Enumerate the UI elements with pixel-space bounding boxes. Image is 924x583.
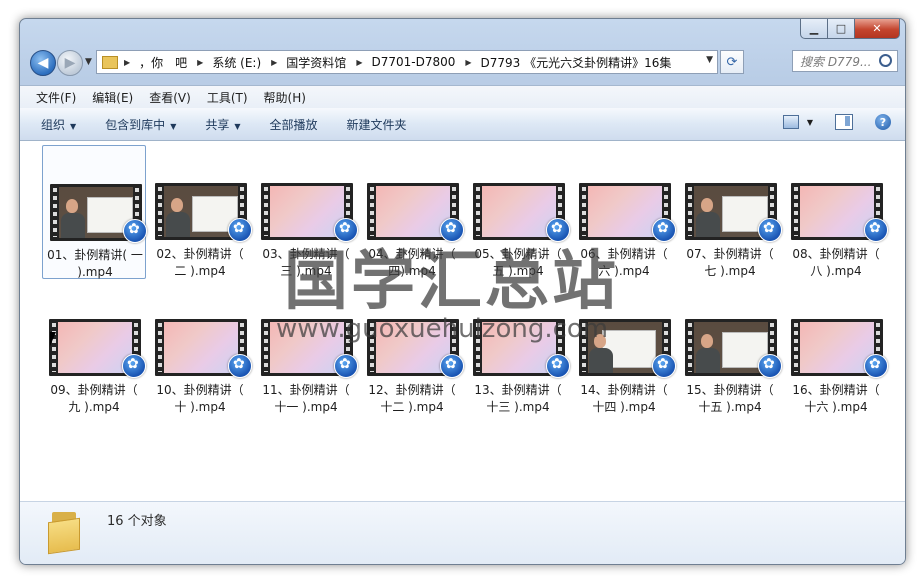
- menu-edit[interactable]: 编辑(E): [92, 89, 133, 106]
- chevron-down-icon: ▼: [70, 121, 77, 131]
- media-player-icon: [758, 218, 782, 242]
- menu-help[interactable]: 帮助(H): [264, 89, 306, 106]
- folder-icon: [102, 55, 118, 69]
- details-pane: 16 个对象: [20, 501, 905, 564]
- preview-pane-icon[interactable]: [835, 114, 853, 130]
- breadcrumb-user[interactable]: ，你 吧: [139, 54, 187, 71]
- media-player-icon: [864, 218, 888, 242]
- command-bar: 组织 ▼ 包含到库中 ▼ 共享 ▼ 全部播放 新建文件夹 ▼ ?: [20, 108, 905, 141]
- media-player-icon: [334, 354, 358, 378]
- file-name: 09、卦例精讲（ 九 ).mp4: [50, 383, 138, 414]
- chevron-right-icon[interactable]: ▶: [356, 58, 362, 67]
- close-button[interactable]: ✕: [854, 19, 900, 39]
- file-name: 02、卦例精讲（ 二 ).mp4: [156, 247, 244, 278]
- file-item[interactable]: 16、卦例精讲（ 十六 ).mp4: [784, 281, 888, 415]
- change-view-icon[interactable]: [782, 115, 799, 129]
- breadcrumb-drive[interactable]: 系统 (E:): [212, 54, 261, 71]
- search-icon: [879, 54, 892, 67]
- file-name: 13、卦例精讲（ 十三 ).mp4: [474, 383, 562, 414]
- media-player-icon: [758, 354, 782, 378]
- minimize-button[interactable]: ▁: [800, 19, 828, 39]
- media-player-icon: [546, 354, 570, 378]
- file-name: 08、卦例精讲（ 八 ).mp4: [792, 247, 880, 278]
- file-name: 01、卦例精讲( 一 ).mp4: [47, 248, 143, 279]
- media-player-icon: [652, 354, 676, 378]
- command-bar-right: ▼ ?: [782, 114, 891, 130]
- caption-buttons: ▁ □ ✕: [800, 19, 900, 39]
- breadcrumb-range[interactable]: D7701-D7800: [371, 55, 455, 69]
- file-name: 10、卦例精讲（ 十 ).mp4: [156, 383, 244, 414]
- organize-button[interactable]: 组织 ▼: [41, 116, 76, 133]
- navigation-bar: ◀ ▶ ▼ ▶ ，你 吧 ▶ 系统 (E:) ▶ 国学资料馆 ▶ D7701-D…: [26, 47, 899, 77]
- menu-tools[interactable]: 工具(T): [207, 89, 248, 106]
- watermark-title: 国学汇总站: [284, 245, 619, 319]
- file-name: 07、卦例精讲（ 七 ).mp4: [686, 247, 774, 278]
- file-item[interactable]: 02、卦例精讲（ 二 ).mp4: [148, 145, 252, 279]
- media-player-icon: [123, 219, 147, 243]
- file-name: 14、卦例精讲（ 十四 ).mp4: [580, 383, 668, 414]
- menu-view[interactable]: 查看(V): [149, 89, 191, 106]
- breadcrumb-current[interactable]: D7793 《元光六爻卦例精讲》16集: [481, 54, 672, 71]
- file-name: 11、卦例精讲（ 十一 ).mp4: [262, 383, 350, 414]
- help-icon[interactable]: ?: [875, 114, 891, 130]
- chevron-down-icon: ▼: [170, 121, 177, 131]
- breadcrumb-library[interactable]: 国学资料馆: [286, 54, 346, 71]
- back-button[interactable]: ◀: [30, 50, 56, 76]
- include-in-library-label: 包含到库中: [105, 117, 166, 132]
- chevron-right-icon[interactable]: ▶: [124, 58, 130, 67]
- chevron-right-icon[interactable]: ▶: [465, 58, 471, 67]
- media-player-icon: [122, 354, 146, 378]
- search-placeholder: 搜索 D779...: [800, 54, 872, 69]
- chevron-down-icon: ▼: [234, 121, 241, 131]
- file-name: 16、卦例精讲（ 十六 ).mp4: [792, 383, 880, 414]
- media-player-icon: [440, 354, 464, 378]
- address-dropdown-icon[interactable]: ▼: [706, 55, 713, 65]
- file-item[interactable]: 08、卦例精讲（ 八 ).mp4: [784, 145, 888, 279]
- folder-icon: [48, 512, 80, 555]
- refresh-button[interactable]: ⟳: [720, 50, 744, 74]
- view-dropdown-icon[interactable]: ▼: [807, 118, 813, 127]
- media-player-icon: [228, 218, 252, 242]
- share-label: 共享: [205, 117, 230, 132]
- watermark-url: www.guoxuehuizong.com: [276, 314, 609, 344]
- file-name: 12、卦例精讲（ 十二 ).mp4: [368, 383, 456, 414]
- media-player-icon: [652, 218, 676, 242]
- media-player-icon: [864, 354, 888, 378]
- new-folder-button[interactable]: 新建文件夹: [347, 116, 407, 133]
- file-item[interactable]: 01、卦例精讲( 一 ).mp4: [42, 145, 147, 279]
- recent-pages-dropdown-icon[interactable]: ▼: [85, 57, 92, 67]
- search-input[interactable]: 搜索 D779...: [792, 50, 898, 72]
- organize-label: 组织: [41, 117, 66, 132]
- include-in-library-button[interactable]: 包含到库中 ▼: [105, 116, 176, 133]
- chevron-right-icon[interactable]: ▶: [197, 58, 203, 67]
- file-name: 15、卦例精讲（ 十五 ).mp4: [686, 383, 774, 414]
- file-item[interactable]: 07、卦例精讲（ 七 ).mp4: [678, 145, 782, 279]
- mouse-cursor-icon: [50, 332, 56, 346]
- play-all-button[interactable]: 全部播放: [270, 116, 318, 133]
- item-count: 16 个对象: [107, 514, 167, 529]
- file-item[interactable]: 15、卦例精讲（ 十五 ).mp4: [678, 281, 782, 415]
- media-player-icon: [228, 354, 252, 378]
- maximize-button[interactable]: □: [827, 19, 855, 39]
- share-button[interactable]: 共享 ▼: [205, 116, 240, 133]
- address-bar[interactable]: ▶ ，你 吧 ▶ 系统 (E:) ▶ 国学资料馆 ▶ D7701-D7800 ▶…: [96, 50, 718, 74]
- forward-button[interactable]: ▶: [57, 50, 83, 76]
- file-item[interactable]: 10、卦例精讲（ 十 ).mp4: [148, 281, 252, 415]
- refresh-icon: ⟳: [726, 54, 738, 70]
- menu-file[interactable]: 文件(F): [36, 89, 76, 106]
- chevron-right-icon[interactable]: ▶: [271, 58, 277, 67]
- file-item[interactable]: 09、卦例精讲（ 九 ).mp4: [42, 281, 146, 415]
- menu-bar: 文件(F) 编辑(E) 查看(V) 工具(T) 帮助(H): [20, 85, 905, 108]
